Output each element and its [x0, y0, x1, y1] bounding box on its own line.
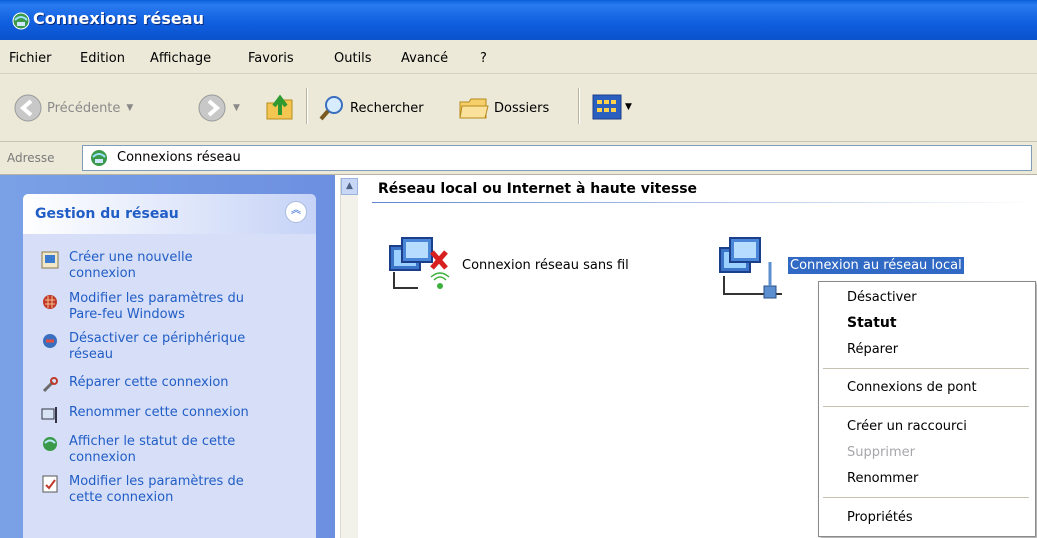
search-icon — [319, 96, 343, 121]
menu-item-rename[interactable]: Renommer — [847, 471, 918, 486]
firewall-icon — [43, 295, 57, 309]
forward-button[interactable]: ▼ — [197, 93, 240, 123]
task-create-connection[interactable]: Créer une nouvelle connexion — [41, 250, 311, 282]
task-label-line2: connexion — [69, 450, 136, 465]
task-rename[interactable]: Renommer cette connexion — [41, 405, 311, 424]
wireless-network-disabled-icon — [389, 237, 450, 289]
task-label-line2: réseau — [69, 347, 114, 362]
task-edit-settings[interactable]: Modifier les paramètres de cette connexio… — [41, 474, 311, 506]
search-label: Rechercher — [350, 100, 424, 116]
views-button[interactable]: ▼ — [592, 94, 632, 120]
task-disable-device[interactable]: Désactiver ce périphérique réseau — [41, 331, 311, 363]
menu-item-disable[interactable]: Désactiver — [847, 290, 917, 305]
task-box-title: Gestion du réseau — [35, 206, 179, 222]
lan-connection-label: Connexion au réseau local — [788, 257, 964, 274]
collapse-chevron-icon[interactable]: ︽ — [285, 201, 307, 223]
section-divider — [372, 202, 1037, 203]
properties-icon — [42, 475, 58, 493]
menu-help[interactable]: ? — [480, 51, 487, 66]
folders-label: Dossiers — [494, 100, 550, 116]
scroll-up-arrow-icon[interactable]: ▲ — [341, 178, 358, 195]
forward-arrow-icon — [198, 94, 226, 122]
status-icon — [43, 437, 57, 451]
menu-favoris[interactable]: Favoris — [248, 51, 294, 66]
back-arrow-icon — [14, 94, 42, 122]
forward-dropdown-icon[interactable]: ▼ — [233, 103, 240, 113]
menu-outils[interactable]: Outils — [334, 51, 372, 66]
up-folder-button[interactable] — [264, 91, 296, 123]
task-firewall[interactable]: Modifier les paramètres du Pare-feu Windo… — [41, 291, 311, 323]
back-label: Précédente — [47, 100, 121, 116]
task-label-line1: Créer une nouvelle — [69, 250, 193, 265]
vertical-scrollbar[interactable]: ▲ — [340, 178, 358, 538]
window-title: Connexions réseau — [33, 9, 204, 28]
network-connections-icon — [91, 150, 107, 166]
menu-separator — [823, 406, 1029, 407]
menu-item-create-shortcut[interactable]: Créer un raccourci — [847, 419, 967, 434]
repair-icon — [42, 377, 58, 393]
task-label-line1: Modifier les paramètres du — [69, 291, 244, 306]
disable-device-icon — [43, 334, 57, 348]
menu-item-bridge[interactable]: Connexions de pont — [847, 380, 977, 395]
lan-connection-item[interactable]: Connexion au réseau local — [716, 236, 964, 306]
address-input[interactable]: Connexions réseau — [82, 145, 1032, 171]
task-label-line1: Désactiver ce périphérique — [69, 331, 246, 346]
menu-separator — [823, 368, 1029, 369]
back-button[interactable]: Précédente ▼ — [13, 93, 133, 123]
task-label-line1: Afficher le statut de cette — [69, 434, 236, 449]
wireless-connection-item[interactable]: Connexion réseau sans fil — [384, 236, 629, 302]
network-connections-icon — [12, 12, 30, 30]
task-pane: Gestion du réseau ︽ Créer une nouvelle co… — [0, 175, 335, 538]
new-connection-icon — [41, 251, 59, 269]
wireless-connection-label: Connexion réseau sans fil — [462, 258, 629, 273]
up-folder-icon — [266, 94, 293, 120]
task-repair[interactable]: Réparer cette connexion — [41, 375, 311, 394]
task-label-line2: connexion — [69, 266, 136, 281]
task-label-line1: Réparer cette connexion — [69, 375, 229, 390]
task-show-status[interactable]: Afficher le statut de cette connexion — [41, 434, 311, 466]
lan-connection-icon — [719, 237, 782, 299]
menu-separator — [823, 497, 1029, 498]
task-label-line2: Pare-feu Windows — [69, 307, 185, 322]
address-label: Adresse — [7, 151, 55, 165]
back-dropdown-icon[interactable]: ▼ — [126, 103, 133, 113]
menu-avance[interactable]: Avancé — [401, 51, 448, 66]
address-value: Connexions réseau — [117, 150, 241, 165]
task-box-header[interactable]: Gestion du réseau ︽ — [23, 194, 316, 234]
section-title: Réseau local ou Internet à haute vitesse — [378, 181, 698, 197]
menu-affichage[interactable]: Affichage — [150, 51, 211, 66]
title-bar[interactable]: Connexions réseau — [0, 0, 1037, 40]
address-bar: Adresse Connexions réseau — [0, 142, 1037, 175]
views-dropdown-icon[interactable]: ▼ — [625, 102, 632, 112]
views-icon — [592, 94, 622, 120]
task-label-line2: cette connexion — [69, 490, 174, 505]
task-list: Créer une nouvelle connexion Modifier les… — [23, 234, 316, 538]
context-menu: Désactiver Statut Réparer Connexions de … — [818, 281, 1036, 537]
task-label-line1: Modifier les paramètres de — [69, 474, 244, 489]
folders-button[interactable]: Dossiers — [458, 94, 549, 122]
folders-icon — [459, 98, 489, 119]
menu-item-delete: Supprimer — [847, 445, 915, 460]
task-label-line1: Renommer cette connexion — [69, 405, 249, 420]
menu-bar: Fichier Edition Affichage Favoris Outils… — [0, 40, 1037, 74]
menu-item-status[interactable]: Statut — [847, 315, 897, 331]
menu-item-repair[interactable]: Réparer — [847, 342, 898, 357]
menu-edition[interactable]: Edition — [80, 51, 125, 66]
toolbar: Précédente ▼ ▼ Rechercher Dossiers ▼ — [0, 74, 1037, 142]
menu-item-properties[interactable]: Propriétés — [847, 510, 913, 525]
rename-icon — [41, 407, 57, 423]
menu-fichier[interactable]: Fichier — [9, 51, 52, 66]
search-button[interactable]: Rechercher — [318, 94, 424, 122]
